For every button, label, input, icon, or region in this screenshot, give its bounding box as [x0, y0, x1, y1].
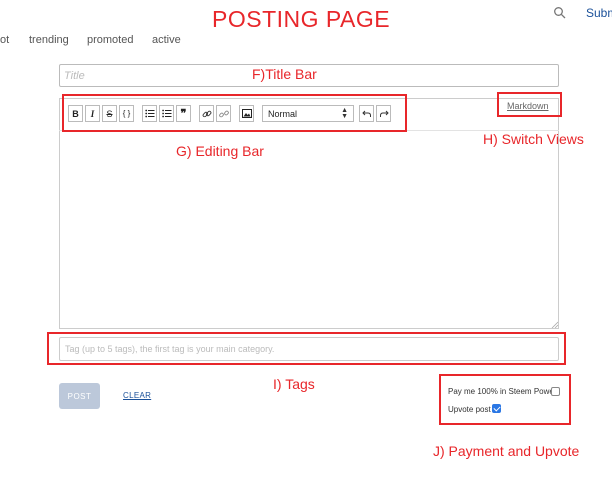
post-button[interactable]: POST [59, 383, 100, 409]
annotation-switch-views: H) Switch Views [483, 131, 584, 147]
annotation-title-bar: F)Title Bar [252, 66, 317, 82]
annotation-tags: I) Tags [273, 376, 315, 392]
annotation-page-title: POSTING PAGE [212, 6, 391, 32]
submit-story-link[interactable]: Subm [586, 6, 612, 20]
annotation-payment-upvote: J) Payment and Upvote [433, 443, 580, 459]
resize-handle-icon[interactable] [551, 321, 558, 328]
nav-tab-hot[interactable]: ot [0, 34, 9, 46]
clear-button[interactable]: CLEAR [123, 391, 151, 400]
nav-tab-trending[interactable]: trending [29, 34, 69, 46]
annotation-box-tags [47, 332, 566, 365]
search-icon[interactable] [553, 6, 567, 20]
nav-tab-promoted[interactable]: promoted [87, 34, 133, 46]
annotation-box-editing-bar [62, 94, 407, 132]
nav-tab-active[interactable]: active [152, 34, 181, 46]
annotation-box-payment-upvote [439, 374, 571, 425]
annotation-editing-bar: G) Editing Bar [176, 143, 264, 159]
annotation-box-switch-views [497, 92, 562, 117]
